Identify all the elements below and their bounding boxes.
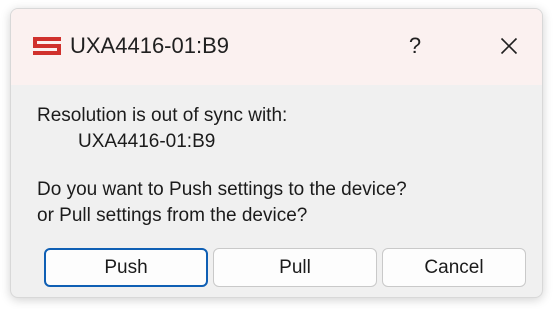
app-logo-icon — [32, 36, 62, 56]
push-button[interactable]: Push — [44, 248, 208, 287]
cancel-button[interactable]: Cancel — [382, 248, 526, 287]
close-icon — [500, 37, 518, 55]
message-device-name: UXA4416-01:B9 — [78, 131, 216, 152]
dialog-window: UXA4416-01:B9 ? Resolution is out of syn… — [10, 8, 543, 298]
help-button[interactable]: ? — [391, 26, 439, 66]
message-line-push: Do you want to Push settings to the devi… — [37, 179, 407, 200]
message-line-pull: or Pull settings from the device? — [37, 205, 308, 226]
title-bar: UXA4416-01:B9 ? — [11, 9, 542, 85]
message-line-sync: Resolution is out of sync with: — [37, 105, 288, 126]
window-title: UXA4416-01:B9 — [70, 33, 229, 58]
close-button[interactable] — [485, 26, 533, 66]
pull-button[interactable]: Pull — [213, 248, 377, 287]
